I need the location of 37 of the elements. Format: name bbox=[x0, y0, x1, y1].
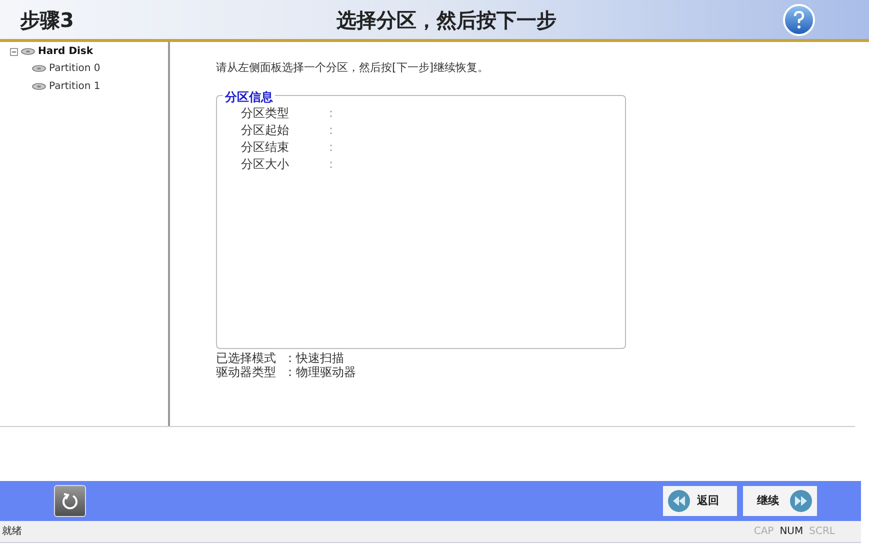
field-separator: : bbox=[329, 122, 334, 138]
instruction-text: 请从左侧面板选择一个分区，然后按[下一步]继续恢复。 bbox=[216, 60, 490, 76]
page-title: 选择分区，然后按下一步 bbox=[336, 6, 558, 34]
status-text: 就绪 bbox=[1, 524, 22, 539]
step-label: 步骤3 bbox=[19, 6, 75, 34]
collapse-icon[interactable] bbox=[10, 48, 18, 56]
summary-value: 快速扫描 bbox=[296, 350, 344, 364]
fast-forward-icon bbox=[789, 489, 813, 513]
refresh-icon bbox=[61, 492, 79, 510]
tree-item[interactable]: Hard Disk bbox=[38, 44, 94, 59]
group-legend: 分区信息 bbox=[223, 88, 275, 106]
summary-label: 已选择模式 bbox=[216, 350, 277, 364]
back-button[interactable]: 返回 bbox=[663, 486, 737, 516]
field-label: 分区起始 bbox=[241, 122, 290, 138]
continue-button[interactable]: 继续 bbox=[743, 486, 817, 516]
disk-icon bbox=[32, 82, 46, 90]
field-label: 分区结束 bbox=[241, 138, 290, 154]
refresh-button[interactable] bbox=[54, 485, 86, 517]
summary-label: 驱动器类型 bbox=[216, 364, 277, 378]
field-separator: : bbox=[329, 138, 334, 154]
field-separator: : bbox=[329, 104, 334, 120]
field-label: 分区类型 bbox=[241, 104, 290, 120]
help-button[interactable] bbox=[783, 4, 815, 36]
question-mark-icon bbox=[793, 10, 805, 28]
summary-separator: : bbox=[288, 350, 294, 364]
disk-icon bbox=[21, 48, 35, 55]
status-indicator: SCRL bbox=[809, 525, 835, 539]
status-indicator: CAP bbox=[754, 525, 774, 539]
field-label: 分区大小 bbox=[241, 156, 290, 172]
status-indicator: NUM bbox=[780, 525, 804, 539]
summary-separator: : bbox=[288, 364, 294, 378]
field-separator: : bbox=[329, 156, 334, 172]
rewind-icon bbox=[667, 489, 691, 513]
tree-item[interactable]: Partition 1 bbox=[49, 78, 100, 94]
summary-value: 物理驱动器 bbox=[296, 364, 356, 378]
tree-item[interactable]: Partition 0 bbox=[49, 60, 100, 76]
disk-icon bbox=[32, 64, 46, 72]
